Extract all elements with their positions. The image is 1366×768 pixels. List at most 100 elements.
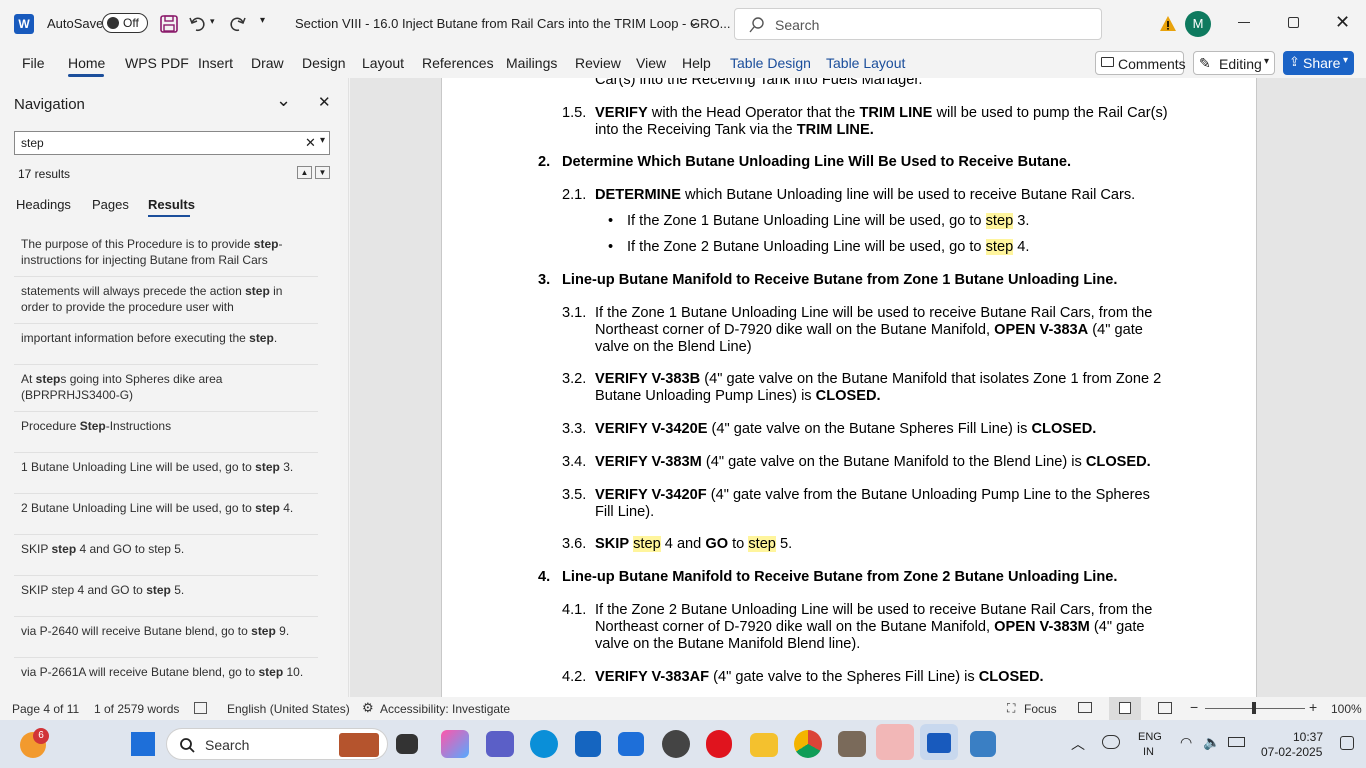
tab-design[interactable]: Design xyxy=(302,48,346,78)
web-layout-icon[interactable] xyxy=(1158,702,1172,714)
tab-mailings[interactable]: Mailings xyxy=(506,48,557,78)
arrow-app-icon[interactable] xyxy=(618,732,644,756)
clock-date[interactable]: 07-02-2025 xyxy=(1261,745,1322,759)
search-result-item[interactable]: At steps going into Spheres dike area (B… xyxy=(21,371,311,403)
toggle-knob xyxy=(107,17,119,29)
search-result-item[interactable]: 2 Butane Unloading Line will be used, go… xyxy=(21,500,311,516)
edge-icon[interactable] xyxy=(530,730,558,758)
undo-icon[interactable] xyxy=(188,15,208,33)
input-lang-line1[interactable]: ENG xyxy=(1138,731,1162,743)
search-result-item[interactable]: SKIP step 4 and GO to step 5. xyxy=(21,582,311,598)
search-result-item[interactable]: The purpose of this Procedure is to prov… xyxy=(21,236,311,268)
search-result-item[interactable]: via P-2640 will receive Butane blend, go… xyxy=(21,623,311,639)
nav-tab-pages[interactable]: Pages xyxy=(92,197,129,212)
tab-draw[interactable]: Draw xyxy=(251,48,284,78)
close-window-icon[interactable]: ✕ xyxy=(1335,12,1350,33)
active-app-icon[interactable] xyxy=(876,724,914,760)
result-match: step xyxy=(249,331,274,345)
customize-toolbar-icon[interactable]: ▾ xyxy=(260,15,265,26)
share-button[interactable]: ⇪ Share ▾ xyxy=(1283,51,1354,75)
focus-button[interactable]: Focus xyxy=(1024,702,1057,716)
clear-search-icon[interactable]: ✕ xyxy=(305,135,316,151)
tab-references[interactable]: References xyxy=(422,48,494,78)
language-indicator[interactable]: English (United States) xyxy=(227,702,350,716)
tab-table-layout[interactable]: Table Layout xyxy=(826,48,905,78)
tab-help[interactable]: Help xyxy=(682,48,711,78)
page-indicator[interactable]: Page 4 of 11 xyxy=(12,702,79,716)
autosave-toggle[interactable]: Off xyxy=(102,13,148,33)
tab-layout[interactable]: Layout xyxy=(362,48,404,78)
app-icon[interactable] xyxy=(838,731,866,757)
editing-button[interactable]: ✎ Editing ▾ xyxy=(1193,51,1275,75)
input-lang-line2[interactable]: IN xyxy=(1143,746,1154,758)
avatar[interactable]: M xyxy=(1185,11,1211,37)
search-result-item[interactable]: SKIP step 4 and GO to step 5. xyxy=(21,541,311,557)
document-title[interactable]: Section VIII - 16.0 Inject Butane from R… xyxy=(295,16,730,31)
zoom-out-icon[interactable]: − xyxy=(1190,699,1198,715)
volume-icon[interactable]: 🔈 xyxy=(1203,734,1220,751)
tab-file[interactable]: File xyxy=(22,48,45,78)
results-list: The purpose of this Procedure is to prov… xyxy=(0,228,349,697)
step-3-3-text: VERIFY V-3420E (4" gate valve on the But… xyxy=(595,421,1097,437)
tab-view[interactable]: View xyxy=(636,48,666,78)
document-page[interactable]: Car(s) into the Receiving Tank into Fuel… xyxy=(441,78,1257,697)
start-icon[interactable] xyxy=(131,732,155,756)
save-icon[interactable] xyxy=(160,15,178,33)
search-result-item[interactable]: Procedure Step-Instructions xyxy=(21,418,311,434)
dell-icon[interactable] xyxy=(662,730,690,758)
nav-close-icon[interactable]: ✕ xyxy=(318,93,331,111)
file-explorer-icon[interactable] xyxy=(750,733,778,757)
redo-icon[interactable] xyxy=(227,15,247,33)
search-result-item[interactable]: important information before executing t… xyxy=(21,330,311,346)
copilot-icon[interactable] xyxy=(441,730,469,758)
taskbar-search-icon xyxy=(180,738,195,753)
search-box[interactable]: Search xyxy=(734,8,1102,40)
proofing-icon[interactable] xyxy=(194,702,207,714)
warning-icon[interactable] xyxy=(1159,15,1177,32)
chrome-icon[interactable] xyxy=(794,730,822,758)
clock-time[interactable]: 10:37 xyxy=(1293,730,1323,744)
nav-search-input[interactable]: step ✕ ▾ xyxy=(14,131,330,155)
task-view-icon[interactable] xyxy=(396,734,418,754)
word-count[interactable]: 1 of 2579 words xyxy=(94,702,179,716)
share-label: Share xyxy=(1303,55,1341,71)
taskbar-search[interactable]: Search xyxy=(166,728,388,760)
tab-table-design[interactable]: Table Design xyxy=(730,48,811,78)
accessibility-status[interactable]: Accessibility: Investigate xyxy=(380,702,510,716)
bullet-zone1: If the Zone 1 Butane Unloading Line will… xyxy=(627,213,1030,229)
search-result-item[interactable]: statements will always precede the actio… xyxy=(21,283,311,315)
read-mode-icon[interactable] xyxy=(1078,702,1092,713)
network-status-icon[interactable] xyxy=(1102,735,1120,749)
snipping-tool-icon[interactable] xyxy=(970,731,996,757)
result-separator xyxy=(14,411,318,412)
zoom-level[interactable]: 100% xyxy=(1331,702,1362,716)
maximize-icon[interactable] xyxy=(1288,17,1299,28)
result-match: step xyxy=(255,501,280,515)
tab-insert[interactable]: Insert xyxy=(198,48,233,78)
result-separator xyxy=(14,452,318,453)
zoom-in-icon[interactable]: + xyxy=(1309,699,1317,715)
tab-wps-pdf[interactable]: WPS PDF xyxy=(125,48,189,78)
show-hidden-icons[interactable]: ︿ xyxy=(1071,734,1085,754)
wifi-icon[interactable]: ◠ xyxy=(1180,734,1192,751)
store-icon[interactable] xyxy=(575,731,601,757)
teams-icon[interactable] xyxy=(486,731,514,757)
tab-review[interactable]: Review xyxy=(575,48,621,78)
search-result-item[interactable]: via P-2661A will receive Butane blend, g… xyxy=(21,664,311,680)
zoom-slider-thumb[interactable] xyxy=(1252,702,1256,714)
opera-icon[interactable] xyxy=(706,730,732,758)
battery-icon[interactable] xyxy=(1228,737,1245,747)
search-result-item[interactable]: 1 Butane Unloading Line will be used, go… xyxy=(21,459,311,475)
title-chevron-down-icon[interactable]: ⌄ xyxy=(688,13,700,30)
share-chevron-down-icon: ▾ xyxy=(1343,55,1349,66)
search-options-chevron-icon[interactable]: ▾ xyxy=(320,135,325,146)
nav-options-chevron-icon[interactable]: ⌄ xyxy=(276,90,291,111)
notifications-icon[interactable] xyxy=(1340,736,1354,750)
nav-tab-headings[interactable]: Headings xyxy=(16,197,71,212)
previous-result-icon[interactable]: ▲ xyxy=(297,166,312,179)
next-result-icon[interactable]: ▼ xyxy=(315,166,330,179)
nav-tab-results[interactable]: Results xyxy=(148,197,195,212)
comments-button[interactable]: Comments xyxy=(1095,51,1186,75)
minimize-icon[interactable] xyxy=(1238,22,1250,23)
undo-dropdown-icon[interactable]: ▾ xyxy=(210,16,215,27)
